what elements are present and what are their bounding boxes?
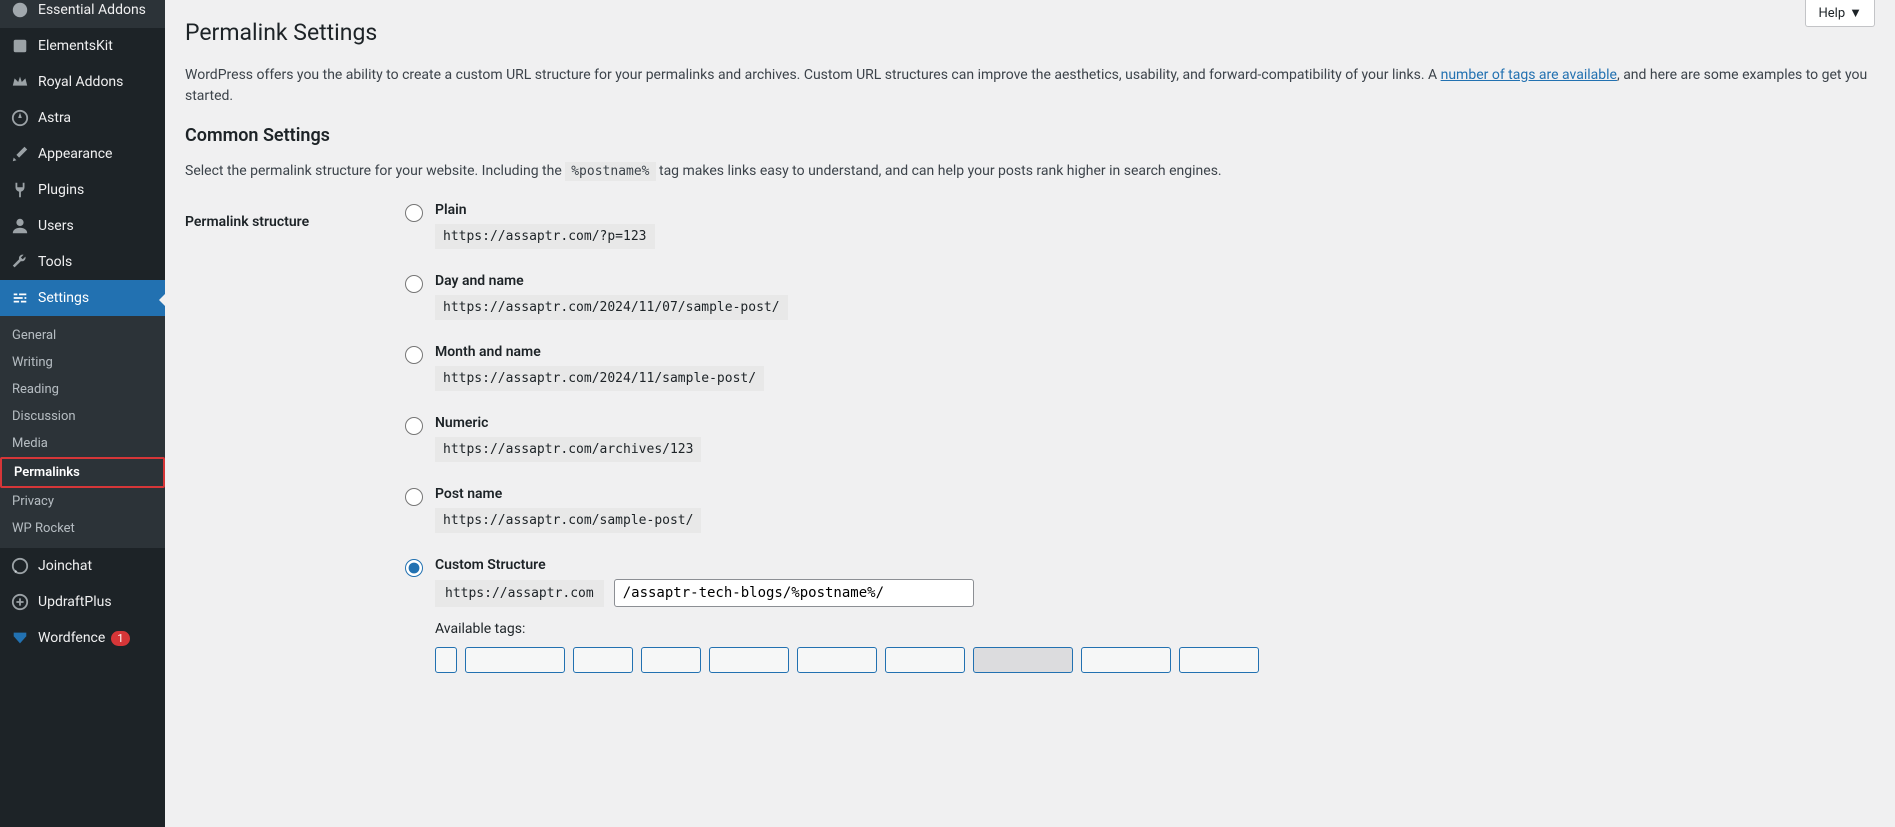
main-content: Help ▼ Permalink Settings WordPress offe… [165, 0, 1895, 827]
sidebar-item-royal-addons[interactable]: Royal Addons [0, 64, 165, 100]
tag-button[interactable] [465, 647, 565, 673]
select-text-2: tag makes links easy to understand, and … [656, 163, 1222, 179]
option-example: https://assaptr.com/sample-post/ [435, 508, 701, 533]
updraft-icon [10, 592, 30, 612]
custom-structure-input[interactable] [614, 579, 974, 607]
postname-tag-code: %postname% [565, 162, 655, 181]
plugin-icon [10, 0, 30, 20]
option-example: https://assaptr.com/2024/11/sample-post/ [435, 366, 764, 391]
submenu-item-media[interactable]: Media [0, 430, 165, 457]
custom-prefix: https://assaptr.com [435, 580, 604, 607]
sidebar-item-label: Settings [38, 290, 89, 306]
sidebar-item-label: Astra [38, 110, 71, 126]
tag-button[interactable] [973, 647, 1073, 673]
submenu-item-privacy[interactable]: Privacy [0, 488, 165, 515]
sidebar-item-label: ElementsKit [38, 38, 113, 54]
user-icon [10, 216, 30, 236]
chevron-down-icon: ▼ [1849, 5, 1862, 21]
tag-buttons-row [435, 647, 1875, 673]
sidebar-item-joinchat[interactable]: Joinchat [0, 548, 165, 584]
tag-button[interactable] [1081, 647, 1171, 673]
wrench-icon [10, 252, 30, 272]
option-example: https://assaptr.com/2024/11/07/sample-po… [435, 295, 788, 320]
select-text-1: Select the permalink structure for your … [185, 163, 565, 179]
kit-icon [10, 36, 30, 56]
tags-link[interactable]: number of tags are available [1441, 67, 1617, 83]
option-title: Day and name [435, 273, 1875, 289]
brush-icon [10, 144, 30, 164]
sidebar-item-updraftplus[interactable]: UpdraftPlus [0, 584, 165, 620]
page-title: Permalink Settings [185, 10, 1875, 50]
plug-icon [10, 180, 30, 200]
sidebar-item-appearance[interactable]: Appearance [0, 136, 165, 172]
wordfence-icon [10, 628, 30, 648]
tag-button[interactable] [1179, 647, 1259, 673]
tag-button[interactable] [885, 647, 965, 673]
wordfence-badge: 1 [111, 631, 129, 646]
tag-button[interactable] [709, 647, 789, 673]
option-example: https://assaptr.com/archives/123 [435, 437, 701, 462]
submenu-item-discussion[interactable]: Discussion [0, 403, 165, 430]
option-title: Numeric [435, 415, 1875, 431]
permalink-structure-label: Permalink structure [185, 202, 405, 681]
help-label: Help [1818, 6, 1845, 21]
option-plain: Plain https://assaptr.com/?p=123 [405, 202, 1875, 249]
radio-post-name[interactable] [405, 488, 423, 506]
radio-custom[interactable] [405, 559, 423, 577]
tag-button[interactable] [435, 647, 457, 673]
sidebar-item-label: Tools [38, 254, 72, 270]
available-tags-label: Available tags: [435, 621, 1875, 637]
crown-icon [10, 72, 30, 92]
sidebar-item-plugins[interactable]: Plugins [0, 172, 165, 208]
radio-plain[interactable] [405, 204, 423, 222]
option-post-name: Post name https://assaptr.com/sample-pos… [405, 486, 1875, 533]
submenu-item-reading[interactable]: Reading [0, 376, 165, 403]
submenu-item-writing[interactable]: Writing [0, 349, 165, 376]
sidebar-item-label: Wordfence [38, 630, 105, 646]
intro-paragraph: WordPress offers you the ability to crea… [185, 65, 1875, 107]
option-example: https://assaptr.com/?p=123 [435, 224, 655, 249]
option-custom: Custom Structure https://assaptr.com Ava… [405, 557, 1875, 673]
tag-button[interactable] [573, 647, 633, 673]
settings-submenu: General Writing Reading Discussion Media… [0, 316, 165, 548]
admin-sidebar: Essential Addons ElementsKit Royal Addon… [0, 0, 165, 827]
sidebar-item-essential-addons[interactable]: Essential Addons [0, 0, 165, 28]
intro-text: WordPress offers you the ability to crea… [185, 67, 1441, 83]
radio-month-name[interactable] [405, 346, 423, 364]
sidebar-item-label: Users [38, 218, 74, 234]
radio-numeric[interactable] [405, 417, 423, 435]
sidebar-item-users[interactable]: Users [0, 208, 165, 244]
option-title: Month and name [435, 344, 1875, 360]
sidebar-item-settings[interactable]: Settings [0, 280, 165, 316]
tag-button[interactable] [797, 647, 877, 673]
submenu-item-permalinks[interactable]: Permalinks [0, 457, 165, 488]
option-title: Plain [435, 202, 1875, 218]
sidebar-item-astra[interactable]: Astra [0, 100, 165, 136]
sidebar-item-label: Plugins [38, 182, 84, 198]
option-title: Post name [435, 486, 1875, 502]
chat-icon [10, 556, 30, 576]
sidebar-item-label: Essential Addons [38, 2, 146, 18]
common-settings-heading: Common Settings [185, 125, 1875, 146]
submenu-item-general[interactable]: General [0, 322, 165, 349]
select-paragraph: Select the permalink structure for your … [185, 161, 1875, 182]
sidebar-item-tools[interactable]: Tools [0, 244, 165, 280]
option-numeric: Numeric https://assaptr.com/archives/123 [405, 415, 1875, 462]
option-day-name: Day and name https://assaptr.com/2024/11… [405, 273, 1875, 320]
sliders-icon [10, 288, 30, 308]
option-month-name: Month and name https://assaptr.com/2024/… [405, 344, 1875, 391]
sidebar-item-label: UpdraftPlus [38, 594, 112, 610]
submenu-item-wp-rocket[interactable]: WP Rocket [0, 515, 165, 542]
sidebar-item-label: Appearance [38, 146, 112, 162]
sidebar-item-wordfence[interactable]: Wordfence 1 [0, 620, 165, 656]
sidebar-item-elementskit[interactable]: ElementsKit [0, 28, 165, 64]
option-title: Custom Structure [435, 557, 1875, 573]
astra-icon [10, 108, 30, 128]
sidebar-item-label: Joinchat [38, 558, 92, 574]
radio-day-name[interactable] [405, 275, 423, 293]
sidebar-item-label: Royal Addons [38, 74, 123, 90]
help-tab[interactable]: Help ▼ [1805, 0, 1875, 27]
tag-button[interactable] [641, 647, 701, 673]
